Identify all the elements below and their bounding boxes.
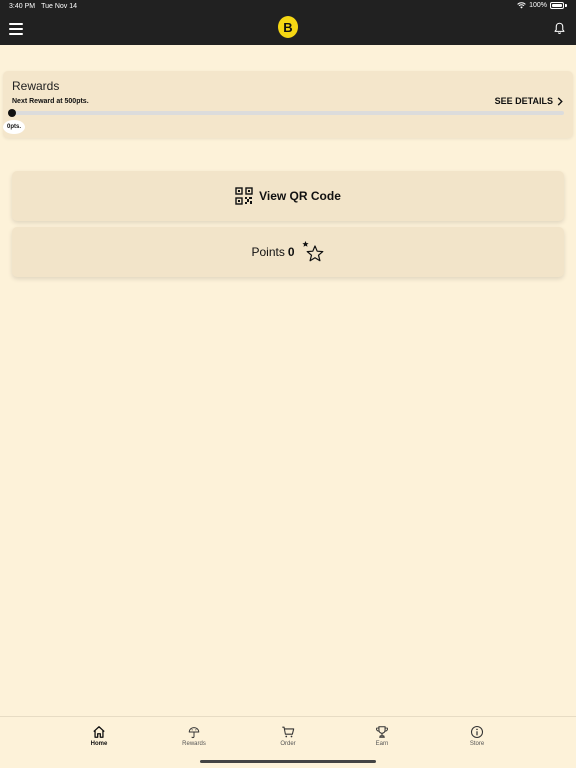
see-details-link[interactable]: SEE DETAILS <box>495 96 563 106</box>
notification-bell-icon[interactable] <box>553 22 566 35</box>
status-date: Tue Nov 14 <box>41 3 78 10</box>
menu-line <box>9 28 23 30</box>
home-indicator[interactable] <box>200 760 376 763</box>
current-points-bubble: 0pts. <box>3 120 25 134</box>
see-details-label: SEE DETAILS <box>494 96 553 106</box>
tab-home[interactable]: Home <box>69 725 129 747</box>
menu-line <box>9 23 23 25</box>
battery-percent: 100% <box>529 2 547 9</box>
tab-order[interactable]: Order <box>258 725 318 747</box>
view-qr-code-label: View QR Code <box>259 189 341 203</box>
info-icon <box>470 725 484 739</box>
tab-home-label: Home <box>90 741 108 747</box>
qr-code-icon <box>235 187 253 205</box>
hamburger-menu-icon[interactable] <box>9 23 23 35</box>
status-time-text: 3:40 PM <box>9 3 36 10</box>
battery-tip <box>565 4 567 7</box>
menu-line <box>9 33 23 35</box>
logo-letter: B <box>283 19 293 35</box>
tab-rewards[interactable]: Rewards <box>164 725 224 747</box>
tab-rewards-label: Rewards <box>182 741 206 747</box>
home-icon <box>93 726 105 738</box>
rewards-icon <box>188 727 200 739</box>
points-card[interactable]: Points 0 <box>12 227 564 277</box>
wifi-icon <box>517 2 526 9</box>
points-value: 0 <box>287 245 295 259</box>
star-icon <box>301 241 323 262</box>
rewards-title: Rewards <box>12 79 60 93</box>
cart-icon <box>282 726 295 738</box>
status-time: 3:40 PM Tue Nov 14 <box>9 3 77 10</box>
chevron-right-icon <box>557 96 563 106</box>
status-indicators: 100% <box>517 2 567 9</box>
rewards-card: Rewards Next Reward at 500pts. SEE DETAI… <box>3 71 573 138</box>
brand-logo[interactable]: B <box>278 16 298 38</box>
tab-earn-label: Earn <box>375 741 389 747</box>
current-points-label: 0pts. <box>6 124 21 130</box>
progress-knob <box>8 109 16 117</box>
top-bar: 3:40 PM Tue Nov 14 100% B <box>0 0 576 45</box>
view-qr-code-button[interactable]: View QR Code <box>12 171 564 221</box>
trophy-icon <box>376 726 388 738</box>
tab-store[interactable]: Store <box>447 725 507 747</box>
battery-icon <box>550 2 564 9</box>
tab-store-label: Store <box>469 741 485 747</box>
tab-earn[interactable]: Earn <box>352 725 412 747</box>
rewards-progress-track <box>12 111 564 115</box>
next-reward-text: Next Reward at 500pts. <box>12 98 89 105</box>
tab-order-label: Order <box>280 741 296 747</box>
points-label: Points <box>251 245 285 259</box>
